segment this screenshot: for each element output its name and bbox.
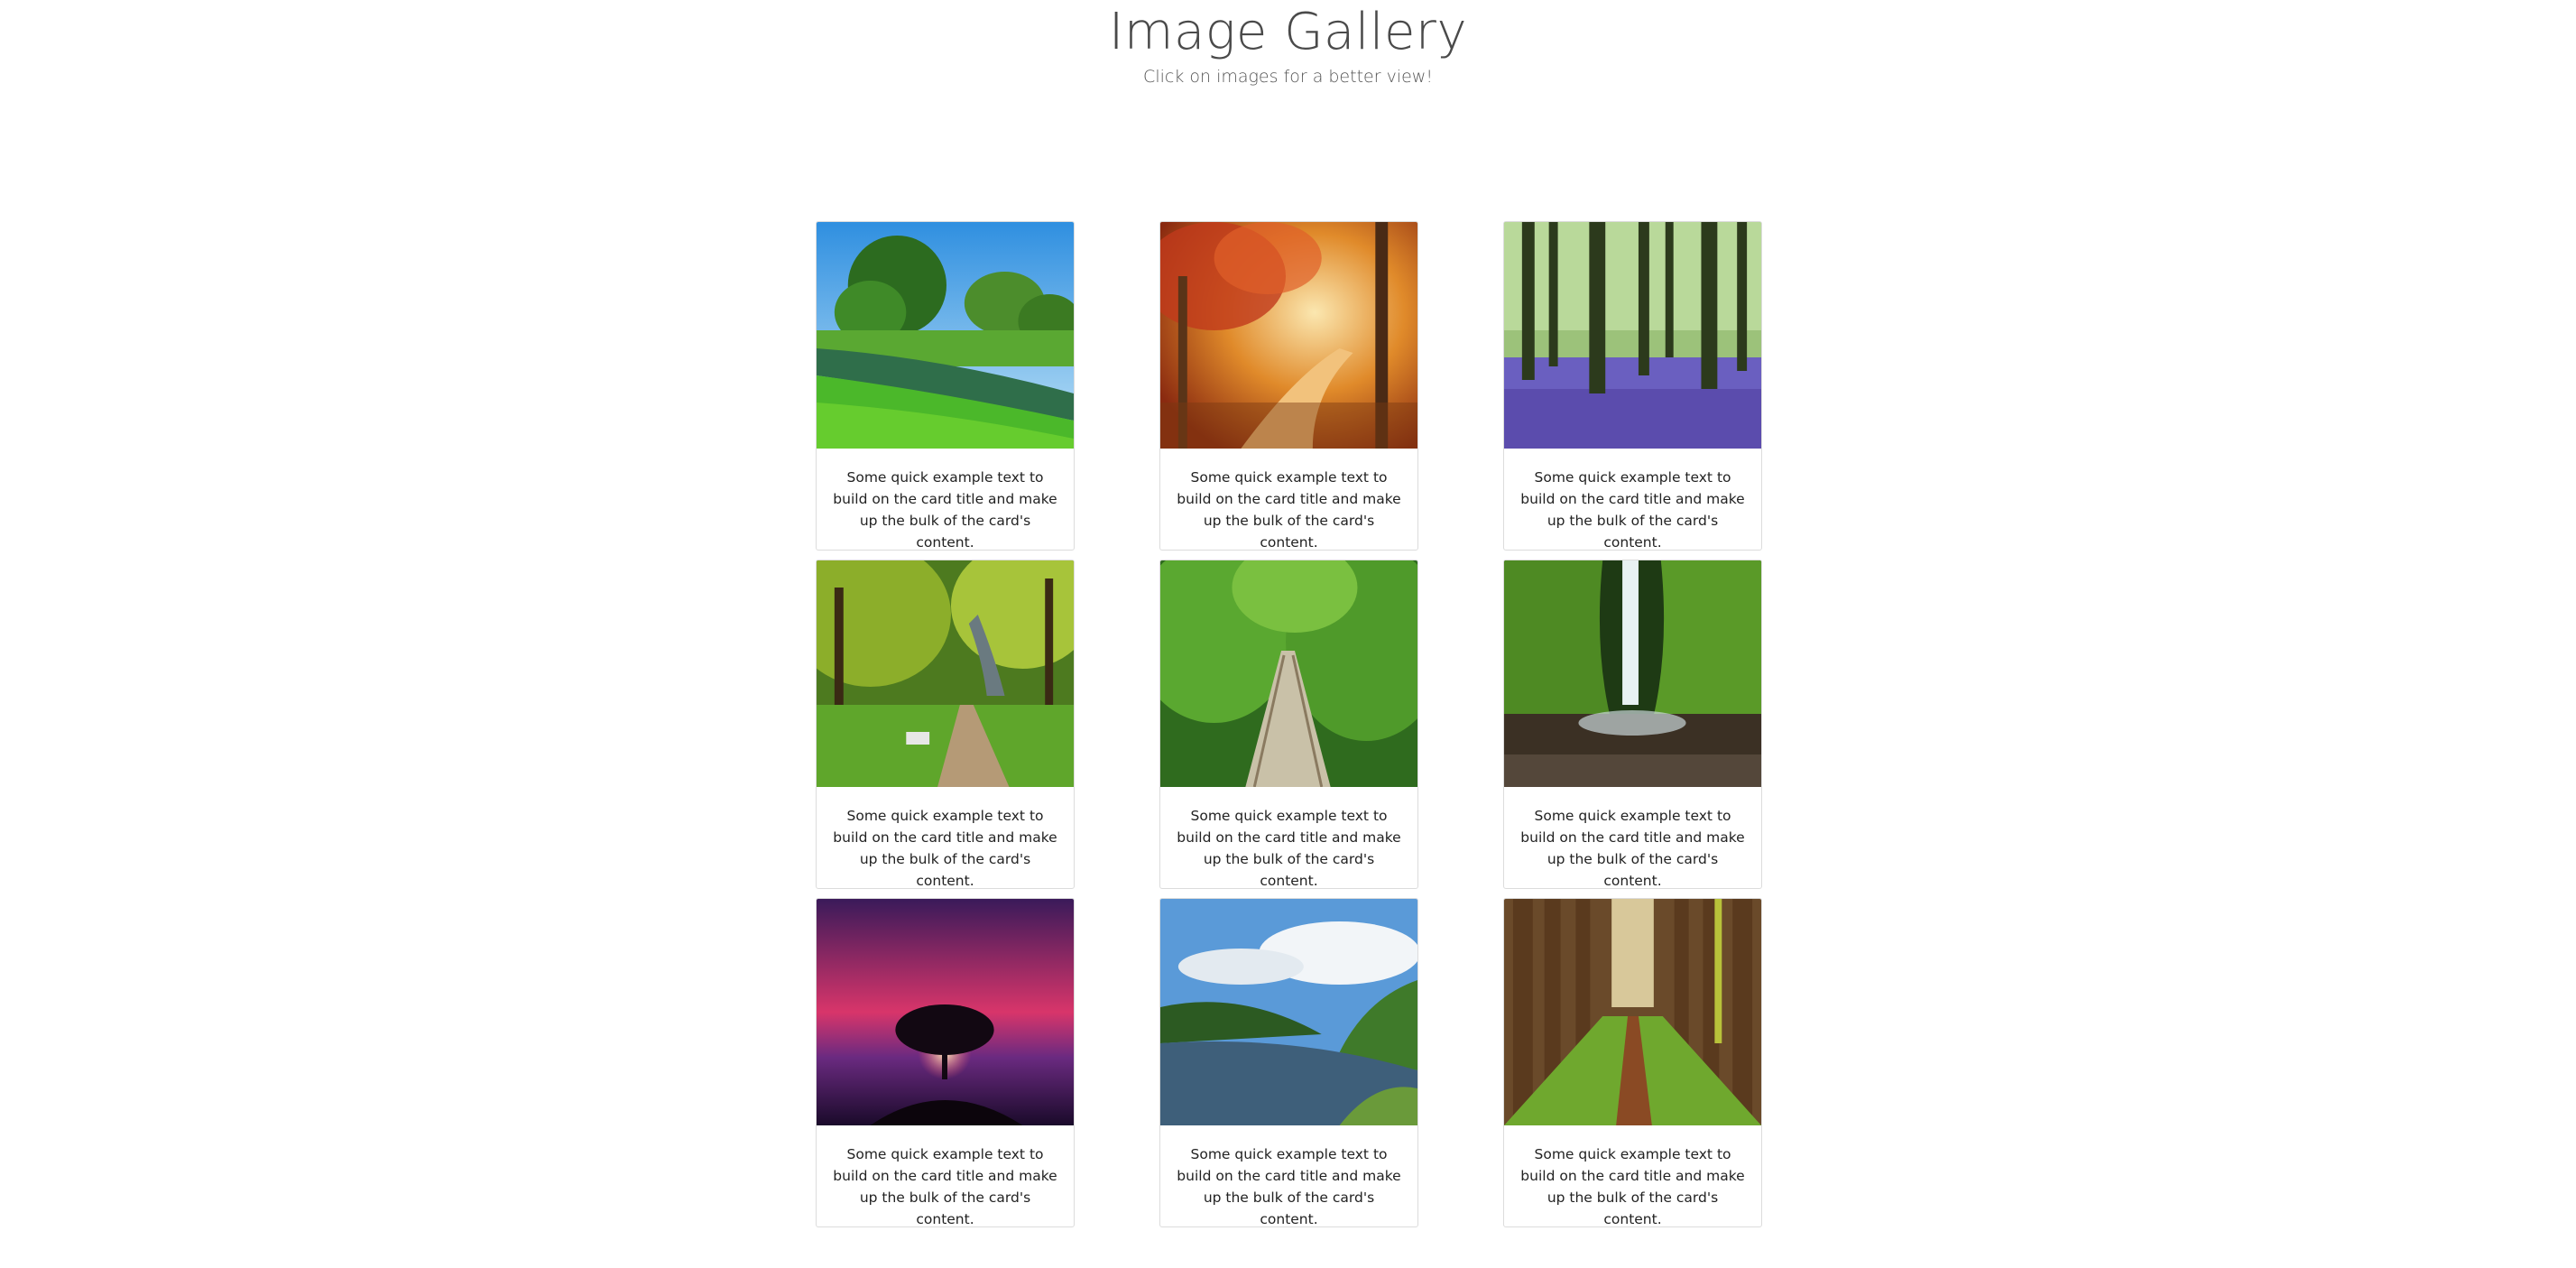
gallery-card[interactable]: Some quick example text to build on the … xyxy=(1503,560,1762,889)
river-valley-image[interactable] xyxy=(1160,899,1417,1125)
card-text: Some quick example text to build on the … xyxy=(833,469,1057,551)
gallery-card[interactable]: Some quick example text to build on the … xyxy=(1159,221,1418,551)
gallery-card[interactable]: Some quick example text to build on the … xyxy=(1159,560,1418,889)
image-gallery: Some quick example text to build on the … xyxy=(0,0,2576,1268)
card-text: Some quick example text to build on the … xyxy=(1520,469,1745,551)
tree-sunset-image[interactable] xyxy=(817,899,1074,1125)
card-text: Some quick example text to build on the … xyxy=(1177,808,1401,889)
gallery-card[interactable]: Some quick example text to build on the … xyxy=(1503,221,1762,551)
gallery-card[interactable]: Some quick example text to build on the … xyxy=(816,898,1075,1227)
card-text: Some quick example text to build on the … xyxy=(833,808,1057,889)
card-text: Some quick example text to build on the … xyxy=(1520,808,1745,889)
park-path-bench-image[interactable] xyxy=(817,560,1074,787)
autumn-forest-path-image[interactable] xyxy=(1160,222,1417,449)
gallery-card[interactable]: Some quick example text to build on the … xyxy=(816,221,1075,551)
card-text: Some quick example text to build on the … xyxy=(1177,1146,1401,1227)
gallery-card[interactable]: Some quick example text to build on the … xyxy=(816,560,1075,889)
card-text: Some quick example text to build on the … xyxy=(1520,1146,1745,1227)
gallery-card[interactable]: Some quick example text to build on the … xyxy=(1503,898,1762,1227)
bluebell-forest-image[interactable] xyxy=(1504,222,1761,449)
green-park-lake-image[interactable] xyxy=(817,222,1074,449)
gorge-waterfall-image[interactable] xyxy=(1504,560,1761,787)
tree-lined-path-image[interactable] xyxy=(1504,899,1761,1125)
jungle-boardwalk-image[interactable] xyxy=(1160,560,1417,787)
card-text: Some quick example text to build on the … xyxy=(833,1146,1057,1227)
gallery-card[interactable]: Some quick example text to build on the … xyxy=(1159,898,1418,1227)
card-text: Some quick example text to build on the … xyxy=(1177,469,1401,551)
